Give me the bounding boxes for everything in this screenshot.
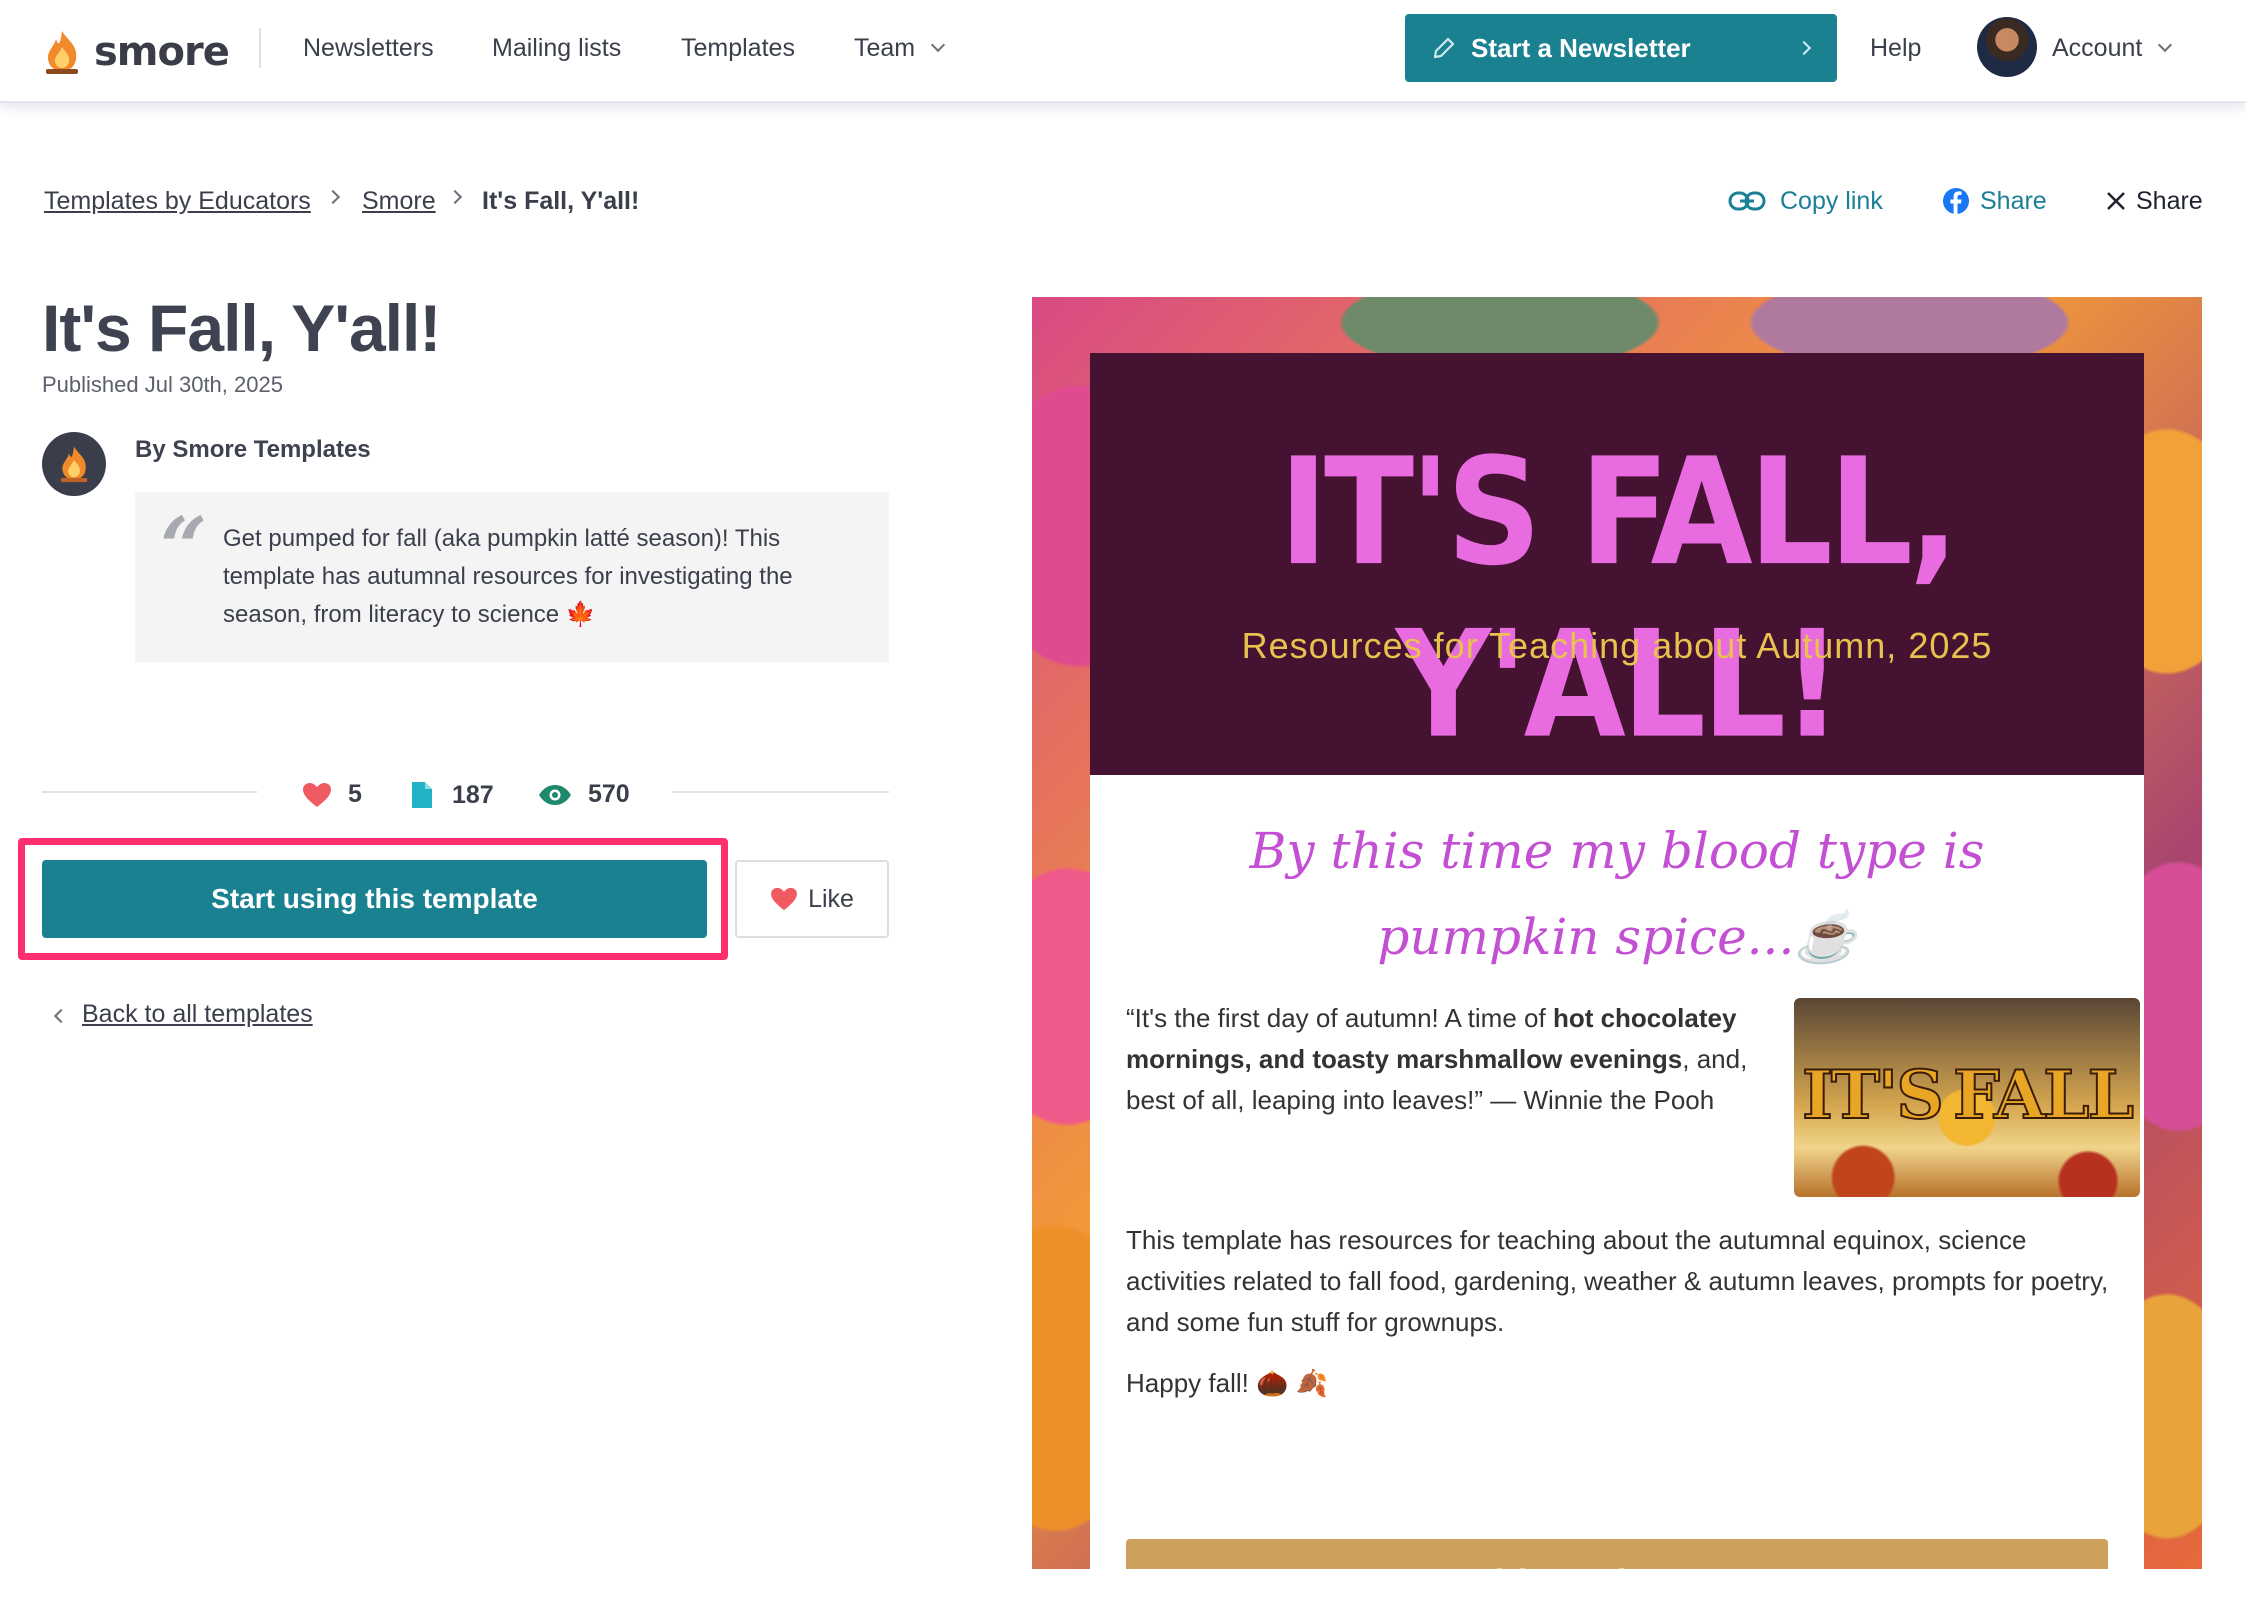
image-text-right: FALL <box>1952 1055 2135 1135</box>
like-label: Like <box>808 884 854 913</box>
newsletter-preview[interactable]: IT'S FALL, Y'ALL! Resources for Teaching… <box>1032 297 2202 1569</box>
nav-team-label: Team <box>854 34 916 62</box>
newsletter-happy-fall: Happy fall! 🌰 🍂 <box>1126 1368 1329 1398</box>
newsletter-subtitle: Resources for Teaching about Autumn, 202… <box>1241 625 1993 666</box>
pencil-icon <box>1433 37 1455 59</box>
views-value: 570 <box>588 780 630 808</box>
author-avatar[interactable] <box>42 432 106 496</box>
avatar[interactable] <box>1977 17 2037 77</box>
chevron-right-icon <box>1796 40 1812 56</box>
logo-text: smore <box>94 29 230 75</box>
start-newsletter-button[interactable]: Start a Newsletter <box>1405 14 1837 82</box>
newsletter-intro: “It's the first day of autumn! A time of… <box>1126 998 1756 1121</box>
nav-help[interactable]: Help <box>1870 28 1921 68</box>
stats-divider-right <box>672 791 889 793</box>
newsletter-quote: By this time my blood type is pumpkin sp… <box>1249 822 1985 966</box>
start-newsletter-label: Start a Newsletter <box>1471 32 1691 63</box>
heart-icon <box>303 782 331 807</box>
template-title: It's Fall, Y'all! <box>42 291 441 365</box>
image-text-left: IT'S <box>1801 1055 1945 1135</box>
views-count: 570 <box>538 780 630 809</box>
like-button[interactable]: Like <box>735 860 889 938</box>
account-label: Account <box>2052 34 2143 62</box>
breadcrumb-link[interactable]: Smore <box>362 187 436 215</box>
copy-link-button[interactable]: Copy link <box>1728 184 1883 218</box>
chevron-down-icon <box>931 37 946 53</box>
breadcrumb-current: It's Fall, Y'all! <box>482 187 640 215</box>
stats-divider-left <box>42 791 257 793</box>
document-icon <box>412 782 432 808</box>
breadcrumb-templates-by-educators[interactable]: Templates by Educators <box>44 184 311 218</box>
newsletter-card: IT'S FALL, Y'ALL! Resources for Teaching… <box>1090 353 2144 1569</box>
author-name[interactable]: By Smore Templates <box>135 436 371 464</box>
facebook-share-label: Share <box>1980 187 2047 215</box>
breadcrumb-link[interactable]: Templates by Educators <box>44 187 311 215</box>
chevron-left-icon <box>53 1008 69 1024</box>
facebook-icon <box>1943 188 1969 214</box>
breadcrumb-smore[interactable]: Smore <box>362 184 436 218</box>
x-share-label: Share <box>2136 187 2203 215</box>
chevron-right-icon <box>447 189 463 205</box>
start-using-template-button[interactable]: Start using this template <box>42 860 707 938</box>
newsletter-body: This template has resources for teaching… <box>1126 1225 2109 1337</box>
link-icon <box>1728 191 1766 211</box>
nav-team[interactable]: Team <box>854 28 946 68</box>
nav-templates[interactable]: Templates <box>681 28 795 68</box>
nav-divider <box>259 28 261 68</box>
published-date: Published Jul 30th, 2025 <box>42 372 283 397</box>
newsletter-header: IT'S FALL, Y'ALL! Resources for Teaching… <box>1090 353 2144 775</box>
newsletter-title: IT'S FALL, Y'ALL! <box>1278 426 1959 772</box>
flame-icon <box>46 31 78 74</box>
likes-value: 5 <box>348 780 362 808</box>
intro-text: “It's the first day of autumn! A time of <box>1126 1003 1553 1033</box>
did-you-know-banner: Did you know...? <box>1126 1539 2108 1569</box>
chevron-right-icon <box>325 189 341 205</box>
x-share-button[interactable]: Share <box>2106 184 2203 218</box>
back-to-templates-link[interactable]: Back to all templates <box>82 1000 313 1029</box>
likes-count: 5 <box>302 780 362 809</box>
template-description: Get pumped for fall (aka pumpkin latté s… <box>223 525 793 628</box>
its-fall-image: IT'S FALL <box>1794 998 2140 1197</box>
smore-logo[interactable]: smore <box>42 22 230 82</box>
copy-link-label: Copy link <box>1780 187 1883 215</box>
quote-icon: “ <box>160 500 208 596</box>
nav-mailing-lists[interactable]: Mailing lists <box>492 28 621 68</box>
copies-value: 187 <box>452 780 494 809</box>
nav-newsletters[interactable]: Newsletters <box>303 28 434 68</box>
x-logo-icon <box>2107 192 2125 210</box>
flame-icon <box>60 446 88 483</box>
facebook-share-button[interactable]: Share <box>1942 184 2047 218</box>
eye-icon <box>539 784 571 805</box>
heart-icon <box>771 887 797 911</box>
copies-count: 187 <box>410 780 494 810</box>
account-menu[interactable]: Account <box>2052 28 2173 68</box>
chevron-down-icon <box>2158 37 2173 53</box>
